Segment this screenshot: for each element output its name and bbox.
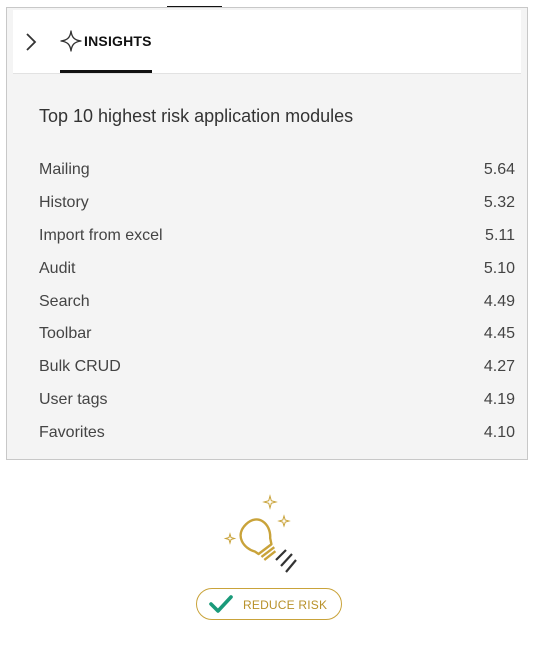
module-name: Mailing [39, 161, 90, 179]
list-item: User tags 4.19 [39, 384, 515, 417]
risk-score: 5.64 [483, 161, 515, 179]
tab-insights[interactable]: INSIGHTS [60, 10, 152, 73]
panel-header: INSIGHTS [13, 10, 521, 74]
tab-active-indicator [60, 70, 152, 73]
module-name: Audit [39, 259, 76, 277]
sparkle-icon [60, 30, 82, 52]
lightbulb-icon [223, 494, 297, 573]
chevron-right-icon[interactable] [23, 32, 39, 52]
module-name: Bulk CRUD [39, 358, 121, 376]
module-name: Import from excel [39, 226, 163, 244]
insights-panel: INSIGHTS Top 10 highest risk application… [6, 7, 528, 460]
risk-score: 4.45 [483, 325, 515, 343]
list-item: Search 4.49 [39, 285, 515, 318]
list-item: History 5.32 [39, 187, 515, 220]
risk-module-list: Mailing 5.64 History 5.32 Import from ex… [39, 154, 515, 449]
list-item: Mailing 5.64 [39, 154, 515, 187]
checkmark-icon [209, 595, 233, 613]
risk-score: 4.27 [483, 358, 515, 376]
risk-score: 4.19 [483, 390, 515, 408]
reduce-risk-label: REDUCE RISK [243, 598, 328, 612]
section-title: Top 10 highest risk application modules [39, 106, 354, 126]
risk-score: 5.32 [483, 194, 515, 212]
tab-insights-label: INSIGHTS [84, 33, 152, 49]
module-name: Toolbar [39, 325, 92, 343]
risk-score: 4.10 [483, 423, 515, 441]
module-name: User tags [39, 390, 108, 408]
risk-score: 5.11 [485, 226, 515, 244]
list-item: Toolbar 4.45 [39, 318, 515, 351]
reduce-risk-button[interactable]: REDUCE RISK [196, 588, 342, 620]
list-item: Favorites 4.10 [39, 416, 515, 449]
module-name: History [39, 194, 89, 212]
list-item: Audit 5.10 [39, 252, 515, 285]
module-name: Search [39, 292, 90, 310]
risk-score: 5.10 [483, 259, 515, 277]
list-item: Bulk CRUD 4.27 [39, 351, 515, 384]
risk-score: 4.49 [483, 292, 515, 310]
list-item: Import from excel 5.11 [39, 220, 515, 253]
module-name: Favorites [39, 423, 105, 441]
